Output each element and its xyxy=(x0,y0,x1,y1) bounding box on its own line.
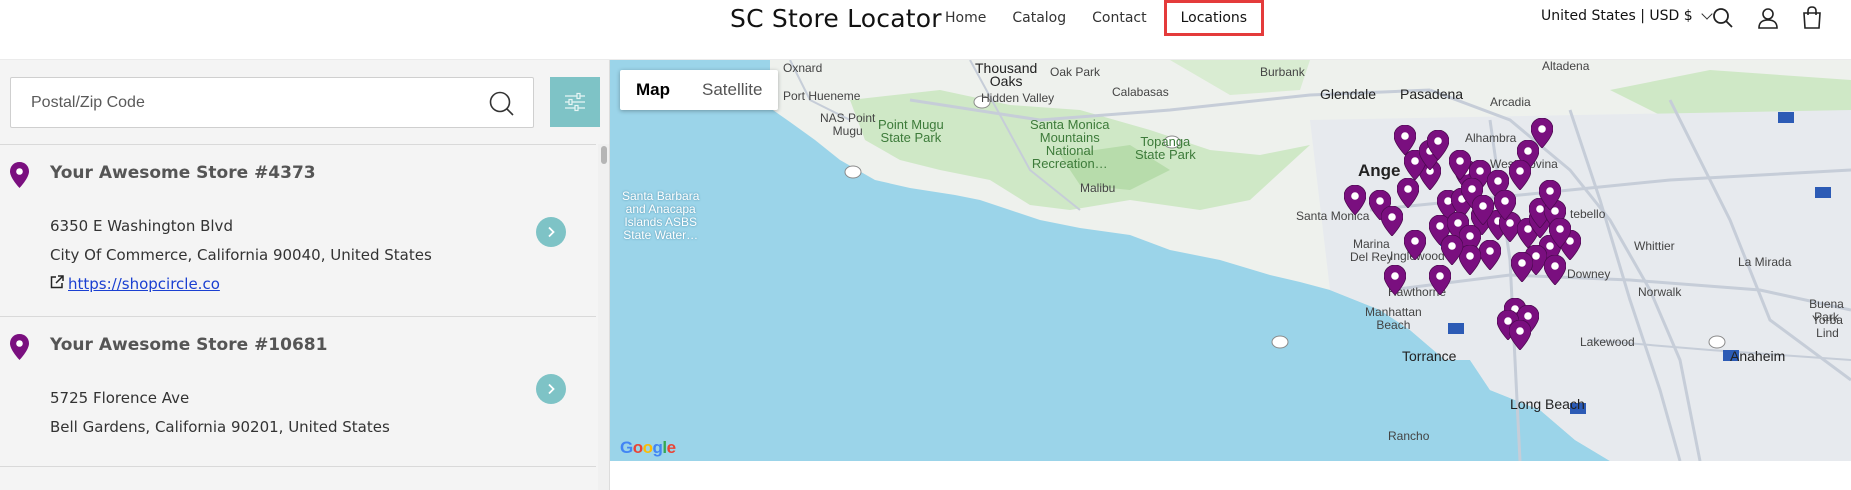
map-label: Arcadia xyxy=(1490,95,1531,109)
store-list-scrollbar[interactable] xyxy=(598,144,609,490)
store-marker[interactable] xyxy=(1544,255,1566,285)
sliders-icon xyxy=(565,92,585,112)
cart-icon[interactable] xyxy=(1799,5,1825,31)
store-address-line-2: Bell Gardens, California 90201, United S… xyxy=(50,418,390,436)
map-type-map-button[interactable]: Map xyxy=(620,70,686,110)
google-logo[interactable]: Google xyxy=(620,438,676,458)
map-label: Calabasas xyxy=(1112,85,1169,99)
store-name[interactable]: Your Awesome Store #10681 xyxy=(50,335,327,355)
store-results-list: Your Awesome Store #4373 6350 E Washingt… xyxy=(0,144,596,490)
store-address-line-2: City Of Commerce, California 90040, Unit… xyxy=(50,246,432,264)
store-name[interactable]: Your Awesome Store #4373 xyxy=(50,163,316,183)
map-label: Altadena xyxy=(1542,60,1590,73)
map-base-layer xyxy=(770,60,1851,461)
nav-contact[interactable]: Contact xyxy=(1079,0,1159,36)
map-bottom-strip xyxy=(610,461,1851,490)
map-label: tebello xyxy=(1570,207,1606,221)
store-details-button[interactable] xyxy=(536,374,566,404)
store-marker[interactable] xyxy=(1381,206,1403,236)
store-marker[interactable] xyxy=(1384,265,1406,295)
map-label: Long Beach xyxy=(1510,396,1585,412)
nav-locations[interactable]: Locations xyxy=(1163,0,1265,36)
map-label: Thousand Oaks xyxy=(975,60,1038,89)
map-label: Santa Barbara and Anacapa Islands ASBS S… xyxy=(622,189,700,242)
map-label: Glendale xyxy=(1320,86,1377,102)
map-label: Pasadena xyxy=(1400,86,1464,102)
location-pin-icon xyxy=(10,162,29,188)
store-marker[interactable] xyxy=(1509,160,1531,190)
map-label: Manhattan Beach xyxy=(1365,305,1422,332)
external-link-icon xyxy=(50,275,64,289)
map-type-control: Map Satellite xyxy=(620,70,779,110)
map-label: Santa Monica Mountains National Recreati… xyxy=(1030,117,1110,171)
search-icon[interactable] xyxy=(488,90,515,117)
map-label: Yorba Lind xyxy=(1812,313,1843,340)
store-marker[interactable] xyxy=(1449,150,1471,180)
site-header: SC Store Locator Home Catalog Contact Lo… xyxy=(0,0,1851,60)
store-marker[interactable] xyxy=(1509,320,1531,350)
map-label: Torrance xyxy=(1402,348,1457,364)
account-icon[interactable] xyxy=(1755,5,1781,31)
store-website-link[interactable]: https://shopcircle.co xyxy=(68,275,220,293)
main-nav: Home Catalog Contact Locations xyxy=(932,0,1265,36)
map-label: Hidden Valley xyxy=(981,91,1055,105)
store-list-panel: Your Awesome Store #4373 6350 E Washingt… xyxy=(0,60,610,490)
map-label: Burbank xyxy=(1260,65,1305,79)
list-item[interactable]: Your Awesome Store #4373 6350 E Washingt… xyxy=(0,145,596,317)
map-label: Downey xyxy=(1567,267,1611,281)
nav-home[interactable]: Home xyxy=(932,0,999,36)
store-marker[interactable] xyxy=(1404,230,1426,260)
map-label: Anaheim xyxy=(1730,348,1786,364)
postal-code-input[interactable] xyxy=(31,90,471,116)
store-marker[interactable] xyxy=(1494,190,1516,220)
map-label: Oxnard xyxy=(783,61,823,75)
map-label: Point Mugu State Park xyxy=(878,117,944,145)
map-label: Malibu xyxy=(1080,181,1116,195)
country-currency-selector[interactable]: United States | USD $ xyxy=(1541,8,1713,24)
map-label: Alhambra xyxy=(1465,131,1517,145)
store-marker[interactable] xyxy=(1441,235,1463,265)
map-label: Ange xyxy=(1358,161,1401,180)
store-address-line-1: 6350 E Washington Blvd xyxy=(50,217,233,235)
filter-button[interactable] xyxy=(550,77,600,127)
map-label: Oak Park xyxy=(1050,65,1101,79)
chevron-right-icon xyxy=(548,383,555,395)
store-website-wrap: https://shopcircle.co xyxy=(68,275,220,293)
map-label: Marina Del Rey xyxy=(1350,237,1393,264)
store-marker[interactable] xyxy=(1539,180,1561,210)
map-label: Port Hueneme xyxy=(783,89,861,103)
map-label: La Mirada xyxy=(1738,255,1792,269)
store-map[interactable]: Map Satellite Oxnard Thousand Oaks Oak P… xyxy=(610,60,1851,461)
store-marker[interactable] xyxy=(1549,218,1571,248)
search-icon[interactable] xyxy=(1710,5,1736,31)
store-marker[interactable] xyxy=(1344,185,1366,215)
map-label: Whittier xyxy=(1634,239,1675,253)
location-pin-icon xyxy=(10,334,29,360)
store-marker[interactable] xyxy=(1397,178,1419,208)
country-currency-label: United States | USD $ xyxy=(1541,8,1693,24)
map-label: Rancho xyxy=(1388,429,1430,443)
store-marker[interactable] xyxy=(1427,130,1449,160)
map-label: Norwalk xyxy=(1638,285,1682,299)
scrollbar-thumb[interactable] xyxy=(601,146,607,164)
store-details-button[interactable] xyxy=(536,217,566,247)
map-label: Lakewood xyxy=(1580,335,1635,349)
chevron-right-icon xyxy=(548,226,555,238)
postal-search-box xyxy=(10,77,534,128)
site-brand[interactable]: SC Store Locator xyxy=(730,4,942,33)
store-marker[interactable] xyxy=(1531,118,1553,148)
map-label: Topanga State Park xyxy=(1135,134,1196,162)
map-label: NAS Point Mugu xyxy=(820,111,876,138)
store-marker[interactable] xyxy=(1511,252,1533,282)
list-item[interactable]: Your Awesome Store #10681 5725 Florence … xyxy=(0,317,596,467)
nav-catalog[interactable]: Catalog xyxy=(999,0,1079,36)
map-type-satellite-button[interactable]: Satellite xyxy=(686,70,778,110)
store-marker[interactable] xyxy=(1479,240,1501,270)
store-marker[interactable] xyxy=(1472,195,1494,225)
store-address-line-1: 5725 Florence Ave xyxy=(50,389,190,407)
store-marker[interactable] xyxy=(1429,265,1451,295)
